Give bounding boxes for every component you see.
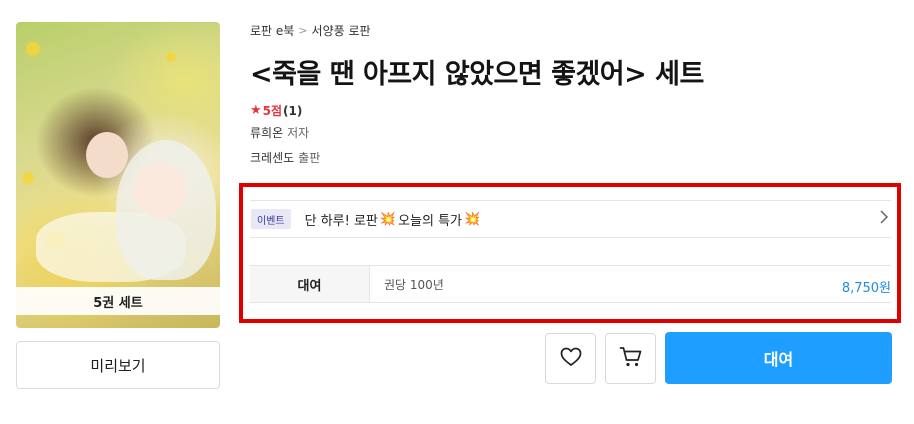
rating[interactable]: ★ 5점 (1) [250, 102, 302, 119]
publisher-name[interactable]: 크레센도 [250, 149, 294, 166]
cover-art-face [134, 162, 186, 218]
wishlist-button[interactable] [545, 333, 596, 384]
preview-button[interactable]: 미리보기 [16, 341, 220, 389]
star-icon: ★ [250, 103, 262, 118]
heart-icon [560, 347, 582, 371]
set-count-badge: 5권 세트 [16, 287, 220, 315]
rating-count: (1) [283, 103, 303, 118]
book-title: <죽을 땐 아프지 않았으면 좋겠어> 세트 [250, 59, 704, 90]
author-line: 류희온 저자 [250, 124, 309, 141]
breadcrumb-item-romance-fantasy[interactable]: 로판 e북 [250, 22, 294, 39]
breadcrumb: 로판 e북 > 서양풍 로판 [250, 22, 371, 39]
publisher-role: 출판 [298, 151, 321, 165]
rating-score: 5점 [262, 104, 283, 118]
cart-button[interactable] [605, 333, 656, 384]
rent-button[interactable]: 대여 [665, 332, 892, 384]
cart-icon [619, 346, 643, 372]
highlight-box [239, 183, 901, 323]
cover-art-face [86, 132, 128, 178]
breadcrumb-separator: > [298, 24, 308, 37]
cover-art-petal [166, 52, 176, 62]
breadcrumb-item-western-romance[interactable]: 서양풍 로판 [312, 22, 371, 39]
cover-art-petal [26, 42, 40, 56]
author-name[interactable]: 류희온 [250, 124, 283, 141]
cover-art-petal [22, 172, 34, 184]
book-cover[interactable]: 5권 세트 [16, 22, 220, 328]
author-role: 저자 [287, 126, 310, 140]
publisher-line: 크레센도 출판 [250, 149, 320, 166]
